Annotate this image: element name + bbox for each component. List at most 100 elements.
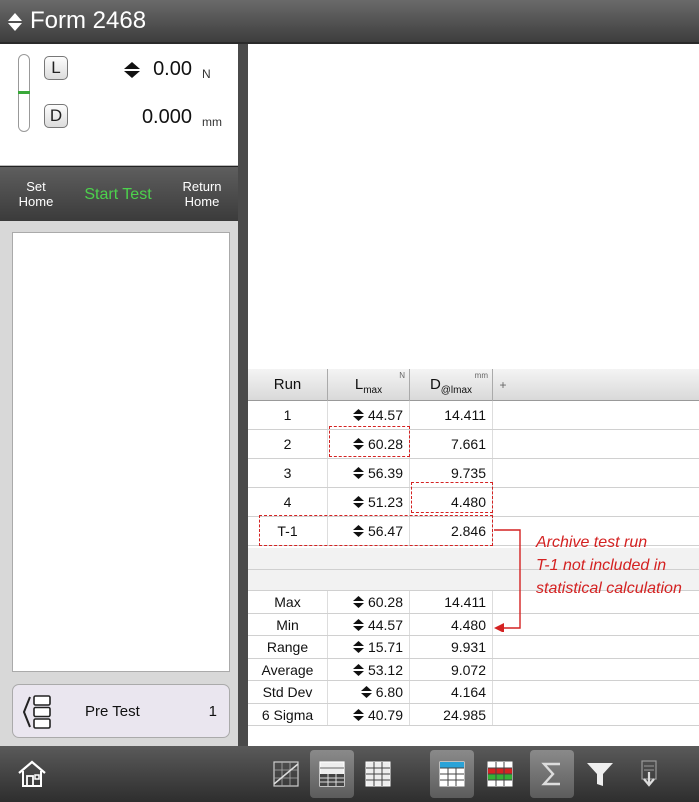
control-buttons: Set Home Start Test Return Home [0, 166, 238, 221]
run-cell: 3 [248, 459, 328, 487]
test-list[interactable] [12, 232, 230, 672]
stat-label: Range [248, 636, 328, 658]
home-button[interactable] [10, 750, 54, 798]
home-icon [18, 760, 46, 787]
load-key-button[interactable]: L [44, 56, 68, 80]
app-window: Form 2468 L 0.00 N D 0.000 mm Set Home S… [0, 0, 699, 802]
annotation-note: Archive test run T-1 not included in sta… [536, 531, 682, 600]
stat-lmax-cell[interactable]: 60.28 [328, 591, 410, 613]
run-cell: 2 [248, 430, 328, 458]
lmax-cell[interactable]: 44.57 [328, 401, 410, 429]
run-cell: 4 [248, 488, 328, 516]
up-down-arrows-icon[interactable] [6, 12, 24, 37]
export-button[interactable] [628, 750, 672, 798]
lmax-cell[interactable]: 51.23 [328, 488, 410, 516]
header-d-unit: mm [474, 371, 488, 380]
table-blue-icon [439, 761, 465, 787]
table-view-icon [365, 761, 391, 787]
displacement-key-button[interactable]: D [44, 104, 68, 128]
stats-row: Std Dev 6.80 4.164 [248, 681, 699, 704]
annotation-arrow-icon [494, 529, 521, 632]
add-column-button[interactable]: + [493, 369, 513, 401]
export-icon [641, 760, 657, 787]
d-cell: 14.411 [410, 401, 493, 429]
table-red-green-button[interactable] [478, 750, 522, 798]
stat-d-cell: 9.072 [410, 658, 493, 680]
statistics-button[interactable] [530, 750, 574, 798]
displacement-unit: mm [202, 115, 222, 129]
load-unit: N [202, 67, 211, 81]
test-stack-icon [22, 693, 53, 736]
stats-row: Min 44.57 4.480 [248, 613, 699, 636]
table-view-button[interactable] [356, 750, 400, 798]
table-blue-button[interactable] [430, 750, 474, 798]
position-gauge [18, 54, 30, 132]
stat-lmax-value: 40.79 [367, 706, 403, 723]
stat-lmax-cell[interactable]: 53.12 [328, 658, 410, 680]
lmax-value: 51.23 [367, 494, 403, 510]
graph-view-button[interactable] [264, 750, 308, 798]
highlight-archive-row [259, 515, 493, 546]
table-row[interactable]: 2 60.28 7.661 [248, 430, 699, 459]
return-home-button[interactable]: Return Home [166, 167, 238, 222]
panel-divider[interactable] [238, 44, 248, 746]
header-lmax-label: L [354, 376, 364, 393]
stat-d-cell: 24.985 [410, 703, 493, 725]
stat-lmax-cell[interactable]: 44.57 [328, 613, 410, 635]
stat-d-cell: 14.411 [410, 591, 493, 613]
lmax-cell[interactable]: 56.39 [328, 459, 410, 487]
header-lmax[interactable]: Lmax N [328, 369, 410, 401]
load-arrows-icon[interactable] [122, 62, 142, 83]
stats-row: Average 53.12 9.072 [248, 658, 699, 681]
start-test-button[interactable]: Start Test [70, 167, 166, 222]
title-bar: Form 2468 [0, 0, 699, 44]
stat-lmax-cell[interactable]: 40.79 [328, 703, 410, 725]
empty-cell [493, 636, 699, 658]
stat-label: Max [248, 591, 328, 613]
empty-cell [493, 401, 699, 429]
table-header: Run Lmax N D@lmax mm + [248, 369, 699, 401]
stat-lmax-cell[interactable]: 6.80 [328, 681, 410, 703]
run-cell: 1 [248, 401, 328, 429]
header-run[interactable]: Run [248, 369, 328, 401]
displacement-value: 0.000 [141, 106, 192, 128]
table-row[interactable]: 1 44.57 14.411 [248, 401, 699, 430]
stat-label: Average [248, 658, 328, 680]
annotation-line-1: Archive test run [536, 534, 648, 551]
empty-cell [493, 488, 699, 516]
stat-d-cell: 4.480 [410, 613, 493, 635]
stat-lmax-value: 53.12 [367, 661, 403, 678]
header-lmax-unit: N [399, 371, 405, 380]
load-value: 0.00 [153, 58, 192, 80]
d-cell: 7.661 [410, 430, 493, 458]
empty-cell [493, 659, 699, 681]
stat-label: Std Dev [248, 681, 328, 703]
bottom-toolbar [0, 746, 699, 802]
form-title: Form 2468 [30, 7, 147, 34]
graph-table-view-button[interactable] [310, 750, 354, 798]
stat-lmax-cell[interactable]: 15.71 [328, 636, 410, 658]
pre-test-count: 1 [208, 703, 217, 720]
stat-lmax-value: 60.28 [367, 594, 403, 610]
highlight-min-d [411, 482, 493, 513]
gauge-marker [18, 91, 30, 94]
graph-area[interactable] [248, 44, 699, 369]
highlight-max-lmax [329, 426, 410, 457]
annotation-line-3: statistical calculation [536, 580, 682, 597]
annotation-line-2: T-1 not included in [536, 557, 667, 574]
empty-cell [493, 681, 699, 703]
graph-view-icon [273, 761, 299, 787]
filter-button[interactable] [578, 750, 622, 798]
stat-lmax-value: 44.57 [367, 616, 403, 633]
set-home-button[interactable]: Set Home [0, 167, 72, 222]
header-d-sub: @lmax [440, 385, 473, 396]
stats-row: Range 15.71 9.931 [248, 636, 699, 659]
header-d-label: D [429, 376, 441, 393]
sigma-icon [541, 762, 560, 786]
empty-cell [493, 704, 699, 726]
stat-lmax-value: 15.71 [367, 639, 403, 655]
header-lmax-sub: max [363, 385, 383, 396]
header-d[interactable]: D@lmax mm [410, 369, 493, 401]
pre-test-item[interactable]: Pre Test 1 [12, 684, 230, 738]
stat-d-cell: 9.931 [410, 636, 493, 658]
